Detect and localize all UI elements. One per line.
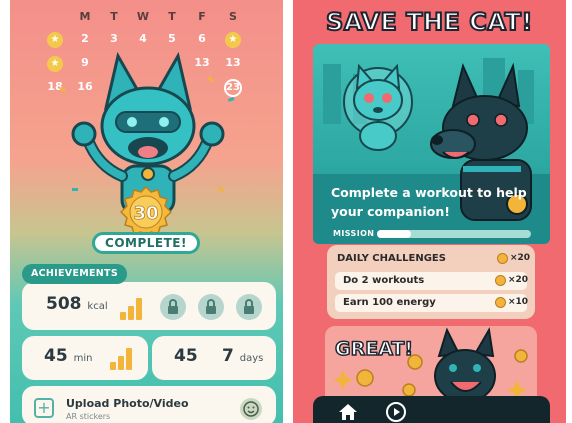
coin-icon <box>497 253 508 264</box>
streak-value: 45 <box>174 346 198 366</box>
weekday: T <box>110 10 118 23</box>
calendar-day[interactable]: 5 <box>159 30 185 48</box>
calendar-day[interactable]: 4 <box>130 30 156 48</box>
weekday: W <box>136 10 150 23</box>
minutes-card[interactable]: 45 min <box>22 336 148 380</box>
locked-achievement-icon[interactable] <box>198 294 224 320</box>
weekday: S <box>229 10 237 23</box>
sticker-smile-icon[interactable] <box>240 398 262 420</box>
cat-in-bubble-icon <box>343 63 413 151</box>
upload-subtitle: AR stickers <box>66 412 111 421</box>
bar-chart-icon <box>120 296 146 320</box>
kcal-achievement-card[interactable]: 508 kcal <box>22 282 276 330</box>
mission-label: MISSION <box>333 229 375 238</box>
star-day-icon[interactable]: ★ <box>220 30 246 48</box>
30-day-badge-icon: 30 <box>120 186 172 238</box>
calendar-day[interactable]: 6 <box>189 30 215 48</box>
locked-achievement-icon[interactable] <box>236 294 262 320</box>
coin-icon <box>495 275 506 286</box>
calendar-day[interactable]: 2 <box>72 30 98 48</box>
complete-banner: COMPLETE! <box>92 232 200 254</box>
challenge-row[interactable]: Do 2 workouts ×20 <box>335 272 529 290</box>
save-the-cat-screen: SAVE THE CAT! Complete a workout to help… <box>293 0 566 423</box>
challenge-row[interactable]: Earn 100 energy ×10 <box>335 294 529 312</box>
challenge-reward: ×20 <box>508 275 529 285</box>
header-reward: ×20 <box>510 253 531 263</box>
weekday: T <box>168 10 176 23</box>
upload-title: Upload Photo/Video <box>66 397 189 410</box>
screenshot-pair: M T W T F S ★ 2 3 4 5 6 ★ ★ 9 13 13 18 1… <box>0 0 572 423</box>
calendar-day[interactable]: 3 <box>101 30 127 48</box>
weekday: M <box>79 10 91 23</box>
minutes-value: 45 min <box>44 346 93 366</box>
challenge-label: Do 2 workouts <box>343 275 425 286</box>
plus-icon[interactable]: + <box>34 398 54 418</box>
mission-progress-bar <box>377 230 531 238</box>
achievements-label: ACHIEVEMENTS <box>22 264 127 284</box>
home-icon[interactable] <box>337 402 359 422</box>
achievements-screen: M T W T F S ★ 2 3 4 5 6 ★ ★ 9 13 13 18 1… <box>10 0 283 423</box>
calendar-week: ★ 2 3 4 5 6 ★ <box>10 30 283 48</box>
play-icon[interactable] <box>385 401 407 423</box>
locked-achievement-icon[interactable] <box>160 294 186 320</box>
upload-card[interactable]: + Upload Photo/Video AR stickers <box>22 386 276 423</box>
challenges-header: DAILY CHALLENGES <box>337 253 446 264</box>
coin-icon <box>495 297 506 308</box>
star-day-icon[interactable]: ★ <box>42 30 68 48</box>
challenge-label: Earn 100 energy <box>343 297 436 308</box>
weekday: F <box>198 10 206 23</box>
mission-text: Complete a workout to help your companio… <box>331 185 527 219</box>
bottom-nav <box>313 396 550 423</box>
days-value: 7 days <box>222 346 264 366</box>
days-card[interactable]: 45 7 days <box>152 336 276 380</box>
badge-number: 30 <box>133 203 158 224</box>
kcal-value: 508 kcal <box>46 294 108 314</box>
bar-chart-icon <box>110 346 136 370</box>
daily-challenges-card: DAILY CHALLENGES ×20 Do 2 workouts ×20 E… <box>327 245 535 319</box>
game-title: SAVE THE CAT! <box>325 7 533 37</box>
calendar-weekdays: M T W T F S <box>10 8 283 26</box>
challenge-reward: ×10 <box>508 297 529 307</box>
mission-progress-fill <box>377 230 411 238</box>
